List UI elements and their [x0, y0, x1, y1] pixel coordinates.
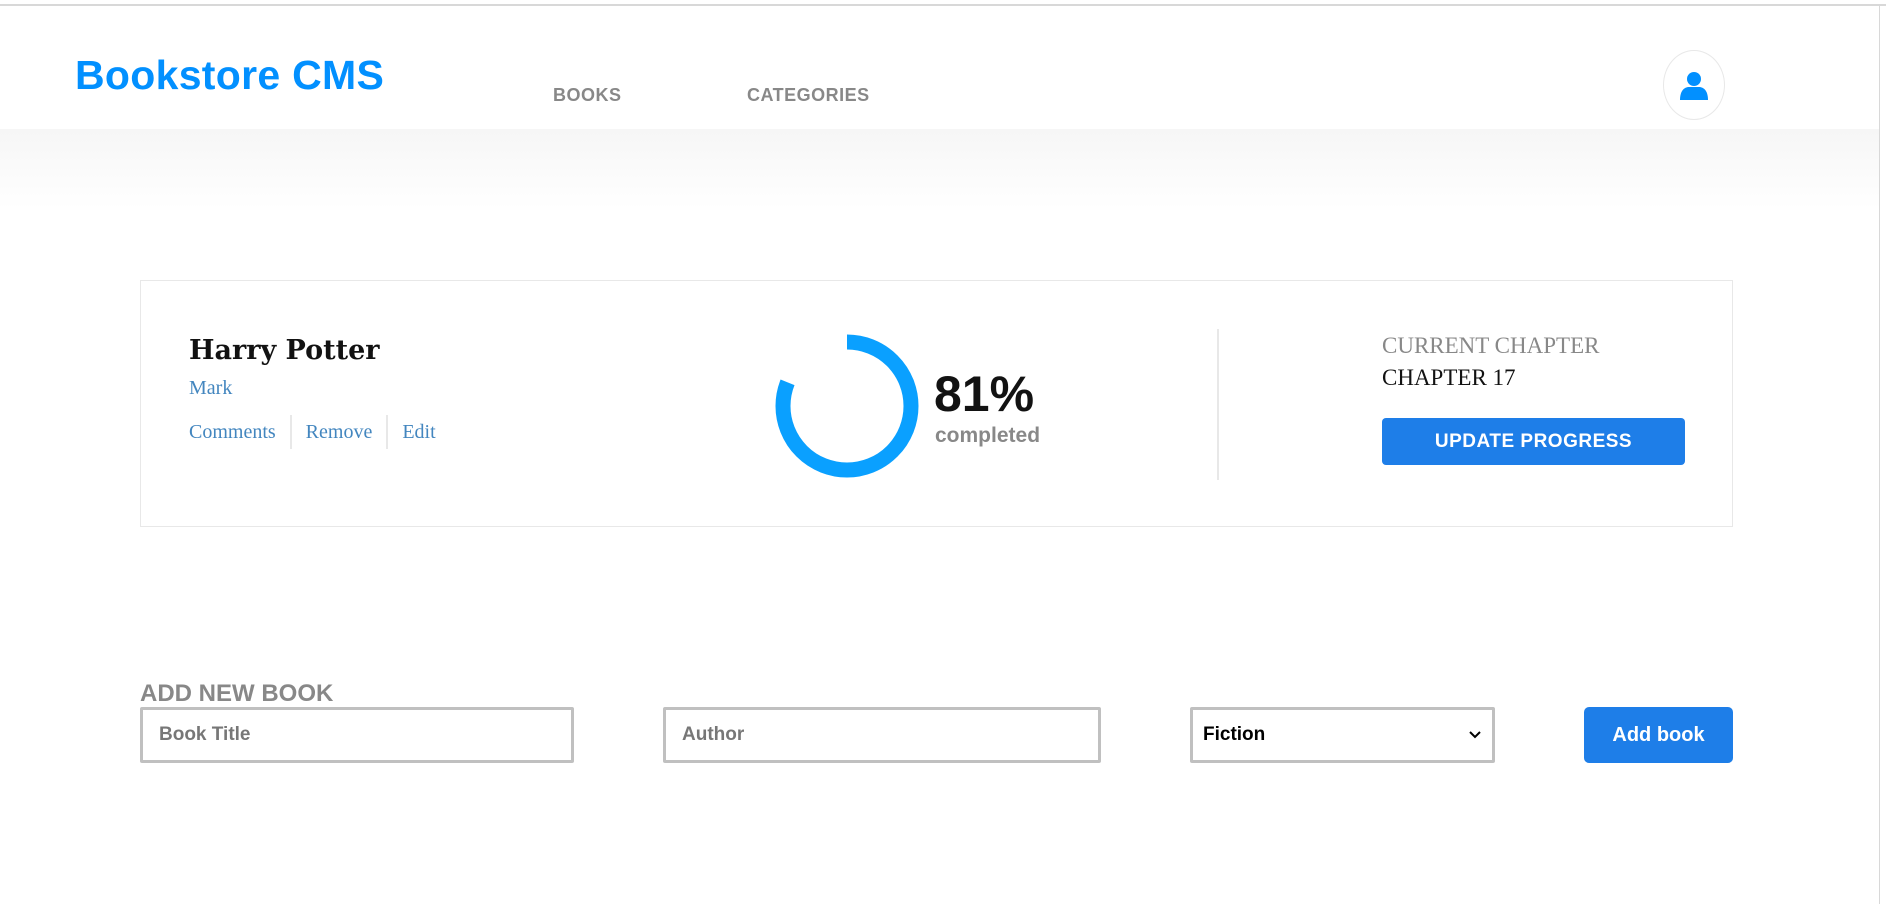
- comments-link[interactable]: Comments: [189, 415, 290, 449]
- window-right-border: [1879, 6, 1880, 904]
- progress-ring: [775, 334, 919, 478]
- progress-percent: 81%: [934, 366, 1035, 422]
- current-chapter-value: CHAPTER 17: [1382, 365, 1516, 390]
- top-header: Bookstore CMS BOOKS CATEGORIES: [0, 8, 1879, 129]
- add-book-button[interactable]: Add book: [1584, 707, 1733, 763]
- edit-link[interactable]: Edit: [386, 415, 449, 449]
- nav-categories[interactable]: CATEGORIES: [747, 85, 870, 106]
- progress-arc: [775, 334, 919, 478]
- book-author: Mark: [189, 377, 233, 399]
- chevron-down-icon: [1469, 731, 1481, 739]
- remove-link[interactable]: Remove: [289, 415, 387, 449]
- header-shadow: [0, 129, 1879, 209]
- user-avatar-button[interactable]: [1663, 50, 1725, 120]
- update-progress-button[interactable]: UPDATE PROGRESS: [1382, 418, 1685, 465]
- book-card: Harry Potter Mark Comments Remove Edit 8…: [140, 280, 1733, 527]
- current-chapter-label: CURRENT CHAPTER: [1382, 333, 1600, 358]
- author-input[interactable]: [663, 707, 1101, 763]
- user-icon: [1680, 72, 1708, 100]
- window-top-border: [0, 0, 1886, 6]
- completed-label: completed: [935, 424, 1041, 447]
- book-title-input[interactable]: [140, 707, 574, 763]
- add-book-heading: ADD NEW BOOK: [140, 680, 334, 707]
- category-selected: Fiction: [1203, 724, 1266, 745]
- nav-books[interactable]: BOOKS: [553, 85, 622, 106]
- book-title: Harry Potter: [189, 335, 380, 366]
- category-select[interactable]: Fiction: [1190, 707, 1495, 763]
- logo[interactable]: Bookstore CMS: [75, 52, 384, 99]
- card-divider: [1217, 329, 1219, 480]
